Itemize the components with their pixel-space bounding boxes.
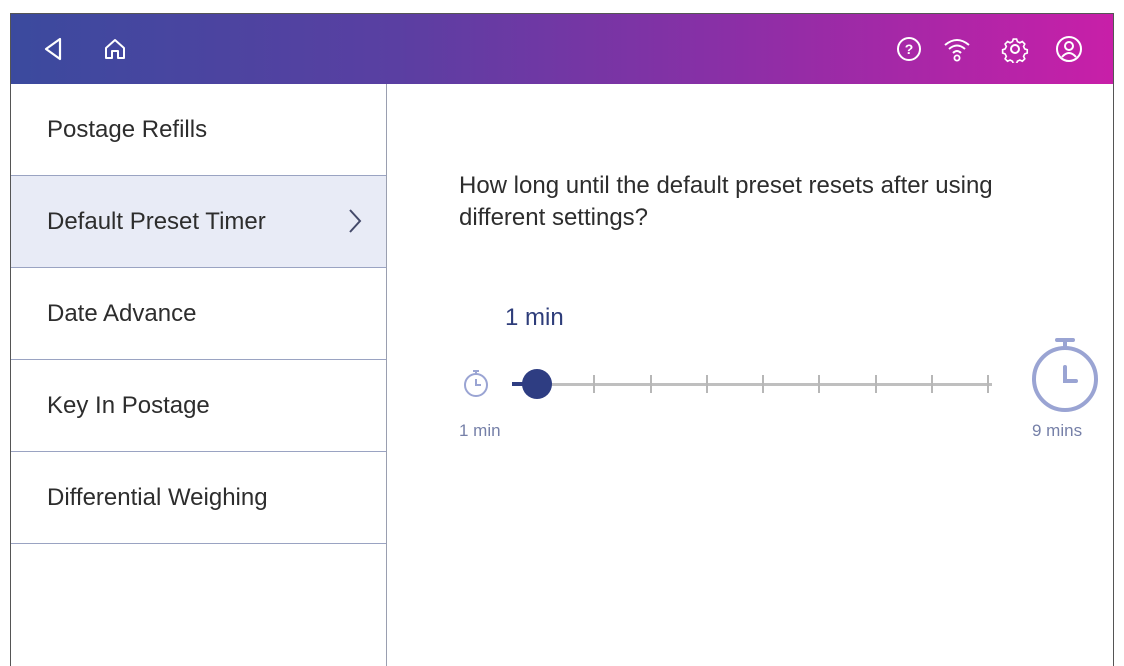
timer-question: How long until the default preset resets… <box>459 172 993 231</box>
main-panel: How long until the default preset resets… <box>387 84 1113 666</box>
sidebar-item-date-advance[interactable]: Date Advance <box>11 268 386 360</box>
back-icon[interactable] <box>35 31 71 67</box>
sidebar-item-label: Default Preset Timer <box>47 207 266 235</box>
svg-text:?: ? <box>905 41 914 57</box>
long-timer-icon <box>1027 332 1103 419</box>
sidebar-item-label: Differential Weighing <box>47 483 268 511</box>
sidebar-item-default-preset-timer[interactable]: Default Preset Timer <box>11 176 386 268</box>
chevron-right-icon <box>348 208 362 241</box>
slider-tick[interactable] <box>762 375 764 393</box>
help-icon[interactable]: ? <box>891 31 927 67</box>
sidebar-item-differential-weighing[interactable]: Differential Weighing <box>11 452 386 544</box>
slider-tick[interactable] <box>874 375 877 393</box>
slider-tick[interactable] <box>987 375 989 393</box>
settings-sidebar: Postage Refills Default Preset Timer Dat… <box>11 84 387 666</box>
sidebar-item-postage-refills[interactable]: Postage Refills <box>11 84 386 176</box>
current-timer-value: 1 min <box>505 304 564 331</box>
slider-thumb[interactable] <box>522 369 552 399</box>
sidebar-item-label: Key In Postage <box>47 391 210 419</box>
home-icon[interactable] <box>97 31 133 67</box>
slider-tick[interactable] <box>705 375 708 393</box>
sidebar-item-label: Date Advance <box>47 299 197 327</box>
slider-track[interactable] <box>512 383 992 386</box>
top-bar: ? <box>11 14 1113 84</box>
slider-tick[interactable] <box>649 375 652 393</box>
settings-icon[interactable] <box>997 31 1033 67</box>
preset-timer-slider[interactable] <box>459 338 1109 434</box>
wifi-icon[interactable] <box>939 31 975 67</box>
slider-tick[interactable] <box>818 375 821 393</box>
sidebar-item-label: Postage Refills <box>47 115 208 143</box>
slider-tick[interactable] <box>930 375 933 393</box>
sidebar-item-key-in-postage[interactable]: Key In Postage <box>11 360 386 452</box>
app-frame: ? Postage Refills Default Preset Timer D… <box>10 13 1114 666</box>
profile-icon[interactable] <box>1051 31 1087 67</box>
slider-max-label: 9 mins <box>1032 421 1083 440</box>
short-timer-icon <box>459 364 493 407</box>
slider-min-label: 1 min <box>459 421 501 440</box>
slider-tick[interactable] <box>593 375 596 393</box>
